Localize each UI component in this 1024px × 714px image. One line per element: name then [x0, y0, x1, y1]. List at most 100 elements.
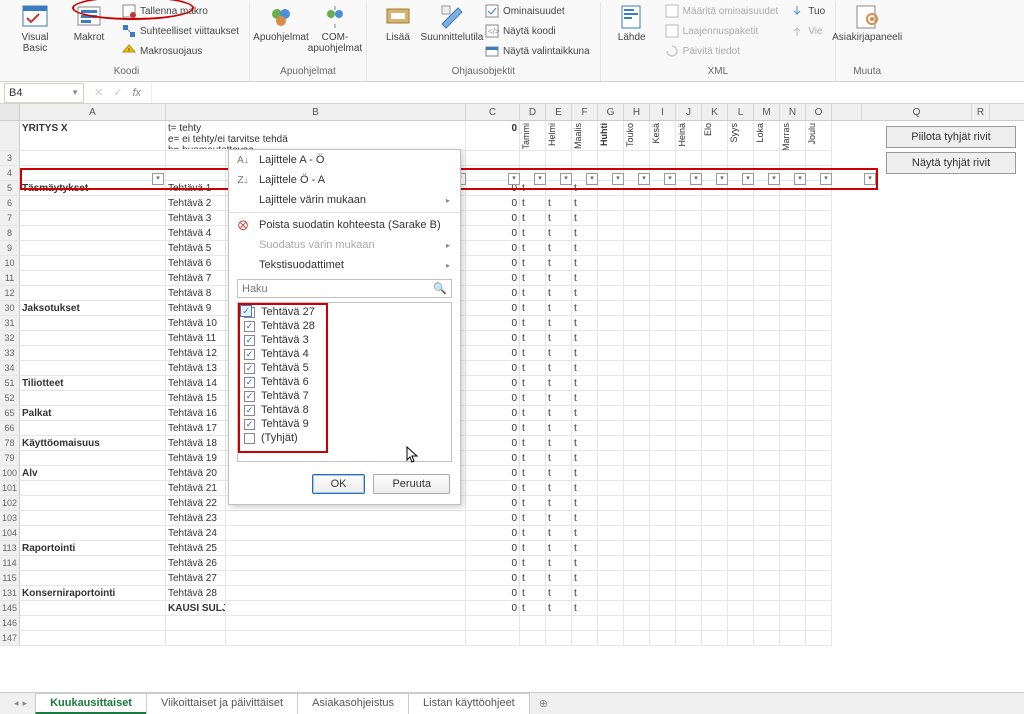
cell[interactable]: Tehtävä 24 [166, 526, 226, 541]
cell[interactable] [702, 286, 728, 301]
cell[interactable] [806, 406, 832, 421]
cell[interactable] [650, 391, 676, 406]
cell[interactable] [676, 631, 702, 646]
cell[interactable]: 0 [466, 286, 520, 301]
cell[interactable] [20, 421, 166, 436]
cell[interactable]: Tiliotteet [20, 376, 166, 391]
col-header-K[interactable]: K [702, 104, 728, 120]
filter-check-item[interactable]: ✓Tehtävä 9 [240, 417, 449, 431]
cell[interactable] [598, 451, 624, 466]
cell[interactable] [754, 346, 780, 361]
checkbox-icon[interactable]: ✓ [244, 419, 255, 430]
row-header[interactable]: 79 [0, 451, 20, 466]
cell[interactable]: t [572, 211, 598, 226]
cell[interactable]: Tehtävä 18 [166, 436, 226, 451]
cell[interactable] [650, 526, 676, 541]
cell[interactable]: 0 [466, 556, 520, 571]
cell[interactable] [624, 301, 650, 316]
tab-nav-last-icon[interactable]: ▸ [23, 698, 28, 709]
cell[interactable]: t [546, 481, 572, 496]
cell[interactable]: t [520, 301, 546, 316]
cell[interactable]: t [520, 331, 546, 346]
cancel-icon[interactable]: ✕ [94, 86, 103, 99]
cell[interactable] [650, 151, 676, 166]
cell[interactable] [702, 601, 728, 616]
row-header[interactable]: 146 [0, 616, 20, 631]
cell[interactable]: t [572, 331, 598, 346]
cell[interactable] [702, 226, 728, 241]
cell[interactable]: t [572, 421, 598, 436]
cell[interactable]: 0 [466, 601, 520, 616]
cell[interactable] [166, 631, 226, 646]
filter-search[interactable]: 🔍 [237, 279, 452, 298]
sort-za-item[interactable]: Z↓Lajittele Ö - A [229, 170, 460, 190]
cell[interactable]: 0 [466, 466, 520, 481]
cell[interactable] [806, 196, 832, 211]
cell[interactable] [598, 361, 624, 376]
row-header[interactable]: 113 [0, 541, 20, 556]
cell[interactable] [676, 571, 702, 586]
cell[interactable] [520, 616, 546, 631]
cell[interactable] [754, 151, 780, 166]
cell[interactable] [754, 331, 780, 346]
cell[interactable] [650, 616, 676, 631]
cell[interactable]: Tehtävä 28 [166, 586, 226, 601]
cell[interactable]: t [546, 571, 572, 586]
cell[interactable]: 0 [466, 211, 520, 226]
cell[interactable] [650, 211, 676, 226]
cell[interactable] [754, 421, 780, 436]
cell[interactable]: Tehtävä 1 [166, 181, 226, 196]
cell[interactable]: t [546, 316, 572, 331]
cell[interactable] [624, 541, 650, 556]
cell[interactable] [466, 631, 520, 646]
add-sheet-button[interactable]: ⊕ [529, 694, 558, 713]
cell[interactable] [806, 211, 832, 226]
cell[interactable] [20, 631, 166, 646]
row-header[interactable]: 7 [0, 211, 20, 226]
cell[interactable] [754, 256, 780, 271]
cell[interactable] [780, 586, 806, 601]
cell[interactable]: Tehtävä 22 [166, 496, 226, 511]
cell[interactable] [728, 571, 754, 586]
filter-check-item[interactable]: ✓Tehtävä 4 [240, 347, 449, 361]
cell[interactable]: t [546, 226, 572, 241]
properties-button[interactable]: Ominaisuudet [481, 2, 594, 20]
cell[interactable] [780, 241, 806, 256]
cell[interactable] [728, 331, 754, 346]
cell[interactable]: t [572, 586, 598, 601]
cell[interactable] [780, 376, 806, 391]
cell[interactable]: t [520, 361, 546, 376]
cell[interactable] [780, 316, 806, 331]
cell[interactable]: t [520, 571, 546, 586]
enter-icon[interactable]: ✓ [113, 86, 122, 99]
cell[interactable] [806, 436, 832, 451]
col-header-L[interactable]: L [728, 104, 754, 120]
filter-check-item[interactable]: ✓Tehtävä 3 [240, 333, 449, 347]
filter-btn-I[interactable]: ▾ [664, 173, 676, 185]
cell[interactable]: t [572, 376, 598, 391]
cell[interactable] [20, 241, 166, 256]
cell[interactable] [806, 301, 832, 316]
cell[interactable] [624, 556, 650, 571]
cell[interactable] [226, 631, 466, 646]
cell[interactable] [806, 376, 832, 391]
row-header[interactable]: 6 [0, 196, 20, 211]
cell[interactable] [676, 466, 702, 481]
cell[interactable] [754, 631, 780, 646]
row-header[interactable]: 78 [0, 436, 20, 451]
filter-checklist[interactable]: ✓ ✓Tehtävä 27✓Tehtävä 28✓Tehtävä 3✓Tehtä… [237, 302, 452, 462]
cell[interactable] [780, 346, 806, 361]
cell[interactable] [754, 451, 780, 466]
cell[interactable] [676, 301, 702, 316]
cell[interactable] [780, 481, 806, 496]
cell[interactable] [806, 346, 832, 361]
cell[interactable]: Tehtävä 17 [166, 421, 226, 436]
cell[interactable] [676, 541, 702, 556]
col-header-J[interactable]: J [676, 104, 702, 120]
filter-check-item[interactable]: ✓Tehtävä 8 [240, 403, 449, 417]
cell[interactable]: t [572, 511, 598, 526]
cell[interactable]: Tehtävä 2 [166, 196, 226, 211]
checkbox-icon[interactable]: ✓ [244, 335, 255, 346]
cell[interactable]: t [546, 241, 572, 256]
cell[interactable] [20, 556, 166, 571]
